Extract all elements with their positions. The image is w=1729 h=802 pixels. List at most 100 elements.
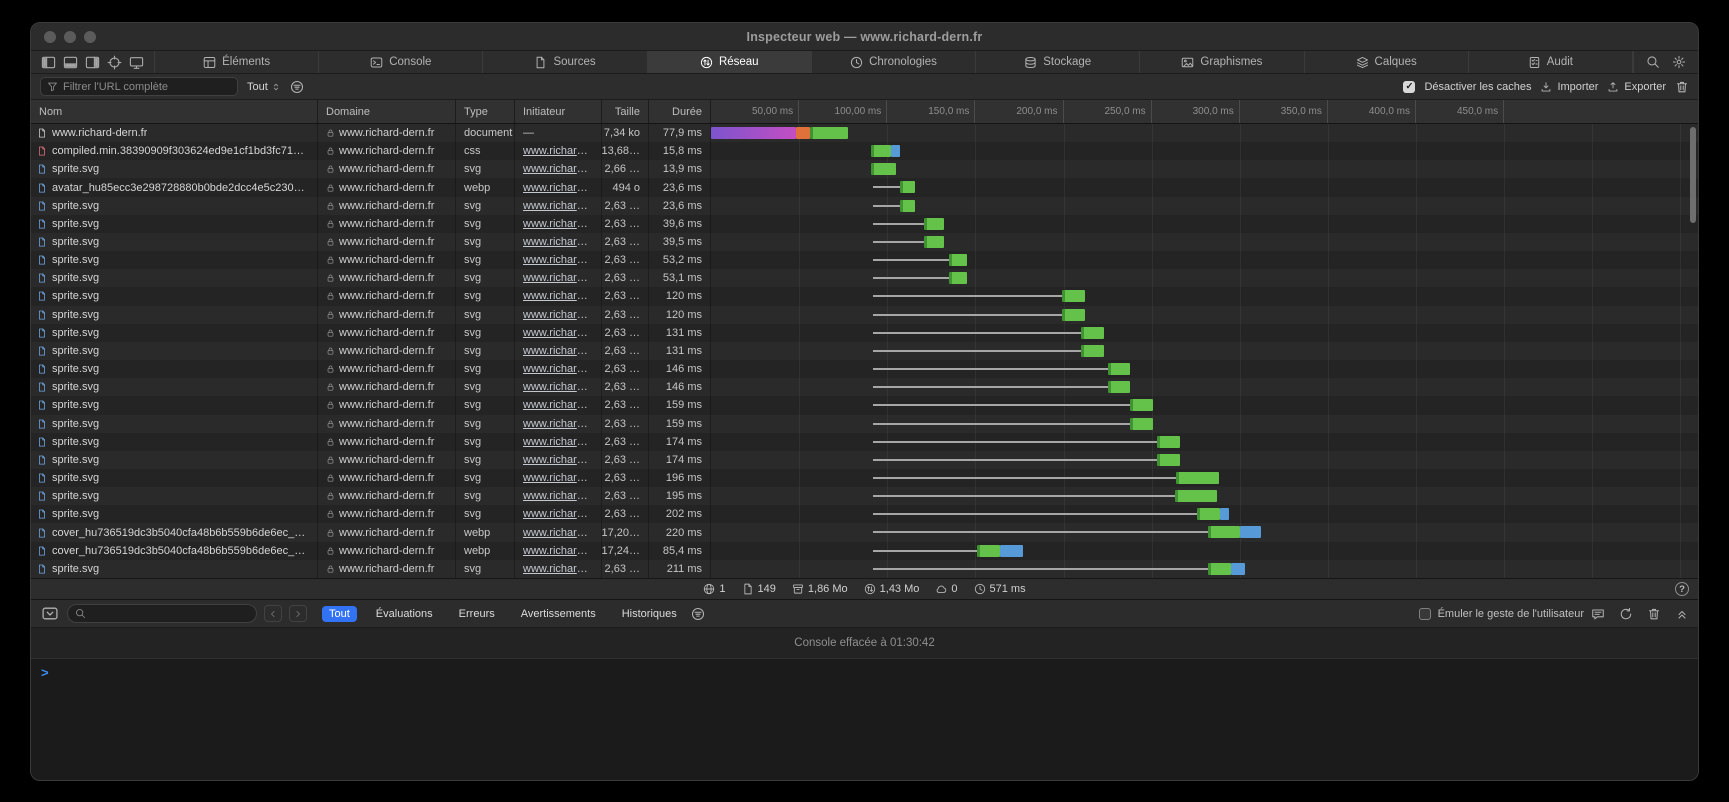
network-request-row[interactable]: sprite.svgwww.richard-dern.frsvgwww.rich… — [31, 160, 1698, 178]
console-prompt[interactable]: > — [31, 659, 1698, 685]
next-result-button[interactable] — [289, 605, 307, 622]
initiator-link[interactable]: www.richard-d… — [523, 218, 593, 230]
console-search-field[interactable] — [67, 604, 257, 623]
network-request-row[interactable]: sprite.svgwww.richard-dern.frsvgwww.rich… — [31, 197, 1698, 215]
initiator-link[interactable]: www.richard-d… — [523, 472, 593, 484]
console-scope-évaluations[interactable]: Évaluations — [369, 606, 440, 622]
network-request-row[interactable]: sprite.svgwww.richard-dern.frsvgwww.rich… — [31, 306, 1698, 324]
network-request-row[interactable]: sprite.svgwww.richard-dern.frsvgwww.rich… — [31, 415, 1698, 433]
initiator-link[interactable]: www.richard-d… — [523, 327, 593, 339]
network-request-row[interactable]: sprite.svgwww.richard-dern.frsvgwww.rich… — [31, 487, 1698, 505]
previous-result-button[interactable] — [264, 605, 282, 622]
initiator-link[interactable]: www.richard-d… — [523, 490, 593, 502]
initiator-link[interactable]: www.richard-d… — [523, 363, 593, 375]
tab-sources[interactable]: Sources — [483, 51, 647, 73]
initiator-link[interactable]: www.richard-d… — [523, 236, 593, 248]
clear-network-items-icon[interactable] — [1675, 80, 1689, 94]
reload-icon[interactable] — [1619, 607, 1633, 621]
column-header-type[interactable]: Type — [456, 100, 515, 123]
network-request-row[interactable]: compiled.min.38390909f303624ed9e1cf1bd3f… — [31, 142, 1698, 160]
console-messages-icon[interactable] — [1591, 607, 1605, 621]
tab-layers[interactable]: Calques — [1305, 51, 1469, 73]
network-request-row[interactable]: sprite.svgwww.richard-dern.frsvgwww.rich… — [31, 505, 1698, 523]
initiator-link[interactable]: www.richard-d… — [523, 545, 593, 557]
network-request-row[interactable]: sprite.svgwww.richard-dern.frsvgwww.rich… — [31, 342, 1698, 360]
inspect-element-icon[interactable] — [107, 55, 122, 70]
tab-timelines[interactable]: Chronologies — [812, 51, 976, 73]
initiator-link[interactable]: www.richard-d… — [523, 345, 593, 357]
initiator-link[interactable]: www.richard-d… — [523, 290, 593, 302]
clear-console-icon[interactable] — [1647, 607, 1661, 621]
import-button[interactable]: Importer — [1540, 81, 1598, 93]
close-window-button[interactable] — [44, 31, 56, 43]
tab-console[interactable]: Console — [319, 51, 483, 73]
network-request-row[interactable]: cover_hu736519dc3b5040cfa48b6b559b6de6ec… — [31, 542, 1698, 560]
dock-right-icon[interactable] — [85, 55, 100, 70]
emulate-gesture-checkbox[interactable] — [1419, 608, 1431, 620]
expand-console-icon[interactable] — [1675, 607, 1689, 621]
network-request-row[interactable]: sprite.svgwww.richard-dern.frsvgwww.rich… — [31, 233, 1698, 251]
network-request-row[interactable]: sprite.svgwww.richard-dern.frsvgwww.rich… — [31, 433, 1698, 451]
column-header-size[interactable]: Taille — [602, 100, 649, 123]
export-button[interactable]: Exporter — [1607, 81, 1666, 93]
console-search-input[interactable] — [90, 608, 249, 620]
device-settings-icon[interactable] — [129, 55, 144, 70]
initiator-link[interactable]: www.richard-d… — [523, 454, 593, 466]
console-scope-tout[interactable]: Tout — [322, 606, 357, 622]
network-request-row[interactable]: sprite.svgwww.richard-dern.frsvgwww.rich… — [31, 469, 1698, 487]
network-request-row[interactable]: cover_hu736519dc3b5040cfa48b6b559b6de6ec… — [31, 523, 1698, 541]
console-filter-icon[interactable] — [691, 607, 705, 621]
dock-left-icon[interactable] — [41, 55, 56, 70]
tab-storage[interactable]: Stockage — [976, 51, 1140, 73]
initiator-link[interactable]: www.richard-d… — [523, 436, 593, 448]
initiator-link[interactable]: www.richard-d… — [523, 508, 593, 520]
console-scope-historiques[interactable]: Historiques — [615, 606, 684, 622]
column-header-duration[interactable]: Durée — [649, 100, 711, 123]
vertical-scrollbar[interactable] — [1690, 127, 1696, 223]
network-request-row[interactable]: sprite.svgwww.richard-dern.frsvgwww.rich… — [31, 378, 1698, 396]
initiator-link[interactable]: www.richard-d… — [523, 309, 593, 321]
zoom-window-button[interactable] — [84, 31, 96, 43]
initiator-link[interactable]: www.richard-d… — [523, 182, 593, 194]
column-header-domain[interactable]: Domaine — [318, 100, 456, 123]
network-request-row[interactable]: www.richard-dern.frwww.richard-dern.frdo… — [31, 124, 1698, 142]
disable-caches-checkbox[interactable] — [1403, 81, 1415, 93]
initiator-link[interactable]: www.richard-d… — [523, 381, 593, 393]
network-request-row[interactable]: sprite.svgwww.richard-dern.frsvgwww.rich… — [31, 396, 1698, 414]
column-header-name[interactable]: Nom — [31, 100, 318, 123]
filter-options-icon[interactable] — [290, 80, 304, 94]
initiator-link[interactable]: www.richard-d… — [523, 399, 593, 411]
url-filter-input[interactable] — [63, 81, 231, 93]
initiator-link[interactable]: www.richard-d… — [523, 254, 593, 266]
settings-gear-icon[interactable] — [1672, 55, 1686, 69]
resource-type-select[interactable]: Tout — [247, 81, 281, 93]
url-filter-field[interactable] — [40, 77, 238, 96]
initiator-link[interactable]: www.richard-d… — [523, 272, 593, 284]
console-drawer-icon[interactable] — [40, 605, 60, 622]
dock-bottom-icon[interactable] — [63, 55, 78, 70]
column-header-initiator[interactable]: Initiateur — [515, 100, 602, 123]
network-request-row[interactable]: sprite.svgwww.richard-dern.frsvgwww.rich… — [31, 451, 1698, 469]
tab-network[interactable]: Réseau — [648, 51, 812, 73]
network-request-row[interactable]: avatar_hu85ecc3e298728880b0bde2dcc4e5c23… — [31, 178, 1698, 196]
initiator-link[interactable]: www.richard-d… — [523, 163, 593, 175]
network-request-row[interactable]: sprite.svgwww.richard-dern.frsvgwww.rich… — [31, 360, 1698, 378]
initiator-link[interactable]: www.richard-d… — [523, 418, 593, 430]
network-request-row[interactable]: sprite.svgwww.richard-dern.frsvgwww.rich… — [31, 215, 1698, 233]
network-request-row[interactable]: sprite.svgwww.richard-dern.frsvgwww.rich… — [31, 251, 1698, 269]
console-scope-erreurs[interactable]: Erreurs — [452, 606, 502, 622]
network-request-row[interactable]: sprite.svgwww.richard-dern.frsvgwww.rich… — [31, 324, 1698, 342]
initiator-link[interactable]: www.richard-d… — [523, 563, 593, 575]
tab-graphics[interactable]: Graphismes — [1140, 51, 1304, 73]
network-request-row[interactable]: sprite.svgwww.richard-dern.frsvgwww.rich… — [31, 560, 1698, 578]
search-icon[interactable] — [1646, 55, 1660, 69]
minimize-window-button[interactable] — [64, 31, 76, 43]
initiator-link[interactable]: www.richard-d… — [523, 145, 593, 157]
initiator-link[interactable]: www.richard-d… — [523, 527, 593, 539]
console-scope-avertissements[interactable]: Avertissements — [514, 606, 603, 622]
network-request-row[interactable]: sprite.svgwww.richard-dern.frsvgwww.rich… — [31, 269, 1698, 287]
initiator-link[interactable]: www.richard-d… — [523, 200, 593, 212]
help-button[interactable]: ? — [1675, 582, 1689, 596]
tab-audit[interactable]: Audit — [1469, 51, 1633, 73]
network-request-row[interactable]: sprite.svgwww.richard-dern.frsvgwww.rich… — [31, 287, 1698, 305]
